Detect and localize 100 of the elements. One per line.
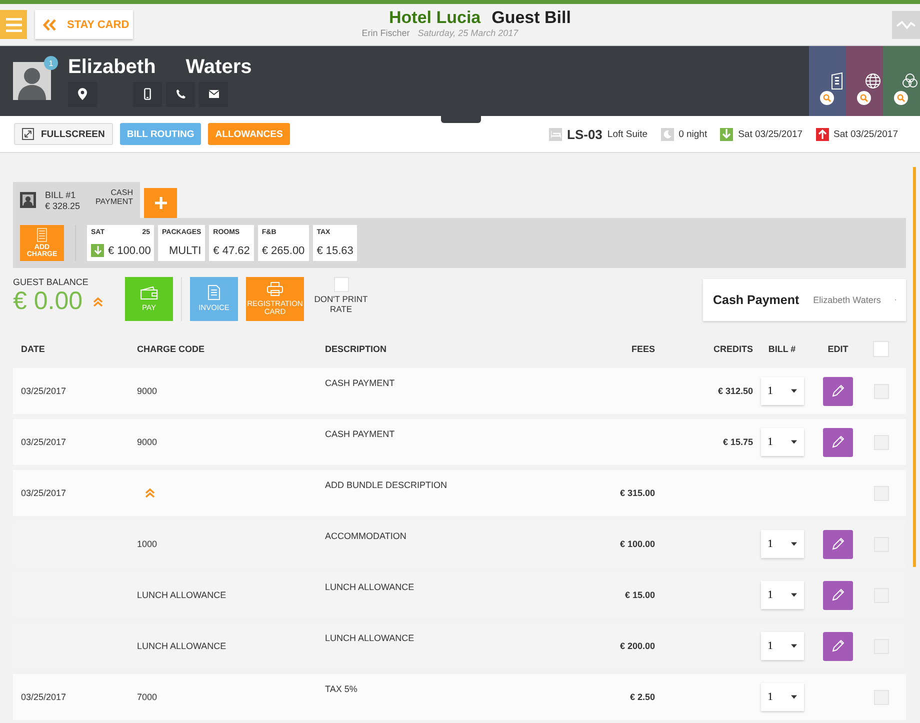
bill-select[interactable]: 1 (760, 428, 804, 456)
pencil-icon (831, 588, 845, 602)
bill-select[interactable]: 1 (760, 683, 804, 711)
select-all-checkbox[interactable] (873, 341, 889, 357)
column-header: DATE (20, 344, 46, 354)
mobile-button[interactable] (133, 82, 162, 106)
add-bill-button[interactable] (144, 188, 177, 218)
search-icon (820, 91, 834, 105)
table-cell: € 312.50 (718, 386, 753, 396)
table-cell: 03/25/2017 (21, 437, 66, 447)
table-cell: € 100.00 (620, 539, 655, 549)
row-checkbox[interactable] (874, 434, 888, 450)
row-checkbox[interactable] (874, 690, 888, 704)
overlapping-circles-icon (902, 73, 918, 89)
bill-select[interactable]: 1 (760, 530, 804, 558)
address-button[interactable] (68, 82, 97, 106)
collapse-toggle[interactable] (145, 488, 155, 498)
table-cell: 1000 (137, 539, 158, 549)
email-button[interactable] (199, 82, 228, 106)
row-checkbox[interactable] (874, 486, 888, 500)
balance-label: GUEST BALANCE (13, 277, 90, 287)
edit-button[interactable] (823, 428, 853, 456)
checkbox[interactable] (334, 277, 348, 292)
pencil-icon (831, 435, 845, 449)
pull-tab[interactable] (441, 116, 481, 123)
table-cell: LUNCH ALLOWANCE (137, 641, 226, 651)
activity-button[interactable] (892, 10, 920, 38)
guest-last-name: Waters (186, 56, 252, 78)
table-cell: CASH PAYMENT (325, 378, 395, 388)
bill-select[interactable]: 1 (760, 377, 804, 405)
edit-button[interactable] (823, 632, 853, 660)
arrival-arrow-icon (720, 128, 734, 140)
plus-icon (154, 197, 166, 209)
double-chevron-up-icon (92, 296, 103, 306)
building-tile[interactable] (809, 46, 846, 116)
balance-amount: € 0.00 (13, 287, 83, 316)
pencil-icon (831, 537, 845, 551)
circles-tile[interactable] (883, 46, 920, 116)
column-header: CREDITS (712, 344, 753, 354)
edit-button[interactable] (823, 376, 853, 406)
user-name: Erin Fischer (362, 28, 410, 38)
avatar (13, 62, 51, 100)
departure-arrow-icon (816, 128, 829, 140)
expand-icon (22, 128, 34, 140)
edit-button[interactable] (823, 530, 853, 558)
globe-icon (865, 73, 881, 89)
hotel-name: Hotel Lucia (389, 8, 481, 28)
arrival-date: Sat 03/25/2017 (738, 128, 803, 140)
moon-icon (660, 128, 674, 140)
person-icon (20, 192, 36, 208)
table-cell: € 15.75 (722, 437, 753, 447)
bill-select[interactable]: 1 (760, 632, 804, 660)
table-cell: 7000 (137, 692, 158, 702)
page-title: Guest Bill (492, 8, 571, 28)
column-header: FEES (630, 344, 655, 354)
wallet-icon (140, 286, 158, 300)
phone-button[interactable] (166, 82, 195, 106)
payment-method-select[interactable]: Cash Payment Elizabeth Waters (703, 279, 906, 321)
globe-tile[interactable] (846, 46, 883, 116)
location-pin-icon (78, 88, 87, 100)
menu-button[interactable] (0, 10, 27, 39)
table-cell: € 315.00 (620, 488, 655, 498)
bill-title: BILL #1 (45, 190, 77, 200)
document-icon (208, 285, 220, 300)
bill-select[interactable]: 1 (760, 581, 804, 609)
table-cell: 9000 (137, 386, 158, 396)
edit-button[interactable] (823, 580, 853, 610)
table-cell: ACCOMMODATION (325, 531, 406, 541)
pencil-icon (831, 639, 845, 653)
mobile-phone-icon (144, 88, 151, 100)
table-cell: LUNCH ALLOWANCE (325, 582, 414, 592)
table-cell: € 2.50 (630, 692, 655, 702)
table-cell: 03/25/2017 (21, 386, 66, 396)
bill-tab[interactable]: BILL #1 € 328.25 CASH PAYMENT (13, 182, 140, 218)
guest-first-name: Elizabeth (68, 56, 156, 78)
column-header: DESCRIPTION (325, 344, 388, 354)
notification-badge: 1 (44, 56, 58, 70)
row-checkbox[interactable] (874, 384, 888, 398)
table-cell: CASH PAYMENT (325, 429, 395, 439)
envelope-icon (208, 90, 218, 98)
current-date: Saturday, 25 March 2017 (418, 28, 518, 38)
calculator-icon (37, 228, 47, 242)
toolbar-button[interactable]: FULLSCREEN (14, 123, 113, 145)
table-cell: LUNCH ALLOWANCE (137, 590, 226, 600)
table-cell: 03/25/2017 (21, 488, 66, 498)
menu-icon (6, 18, 22, 32)
search-icon (857, 91, 871, 105)
table-cell: € 200.00 (620, 641, 655, 651)
summary-value: € 15.63 (316, 245, 354, 257)
table-cell: 9000 (137, 437, 158, 447)
summary-value: MULTI (168, 245, 202, 257)
bed-icon (549, 128, 562, 140)
room-type: Loft Suite (607, 128, 648, 140)
table-cell: TAX 5% (325, 684, 358, 694)
room-number: LS-03 (567, 126, 602, 142)
scrollbar[interactable] (913, 167, 916, 567)
bill-payment-type: CASH PAYMENT (94, 188, 133, 206)
dont-print-rate-label: DON'T PRINT RATE (313, 295, 369, 315)
column-header: BILL # (767, 344, 797, 354)
search-icon (894, 91, 908, 105)
